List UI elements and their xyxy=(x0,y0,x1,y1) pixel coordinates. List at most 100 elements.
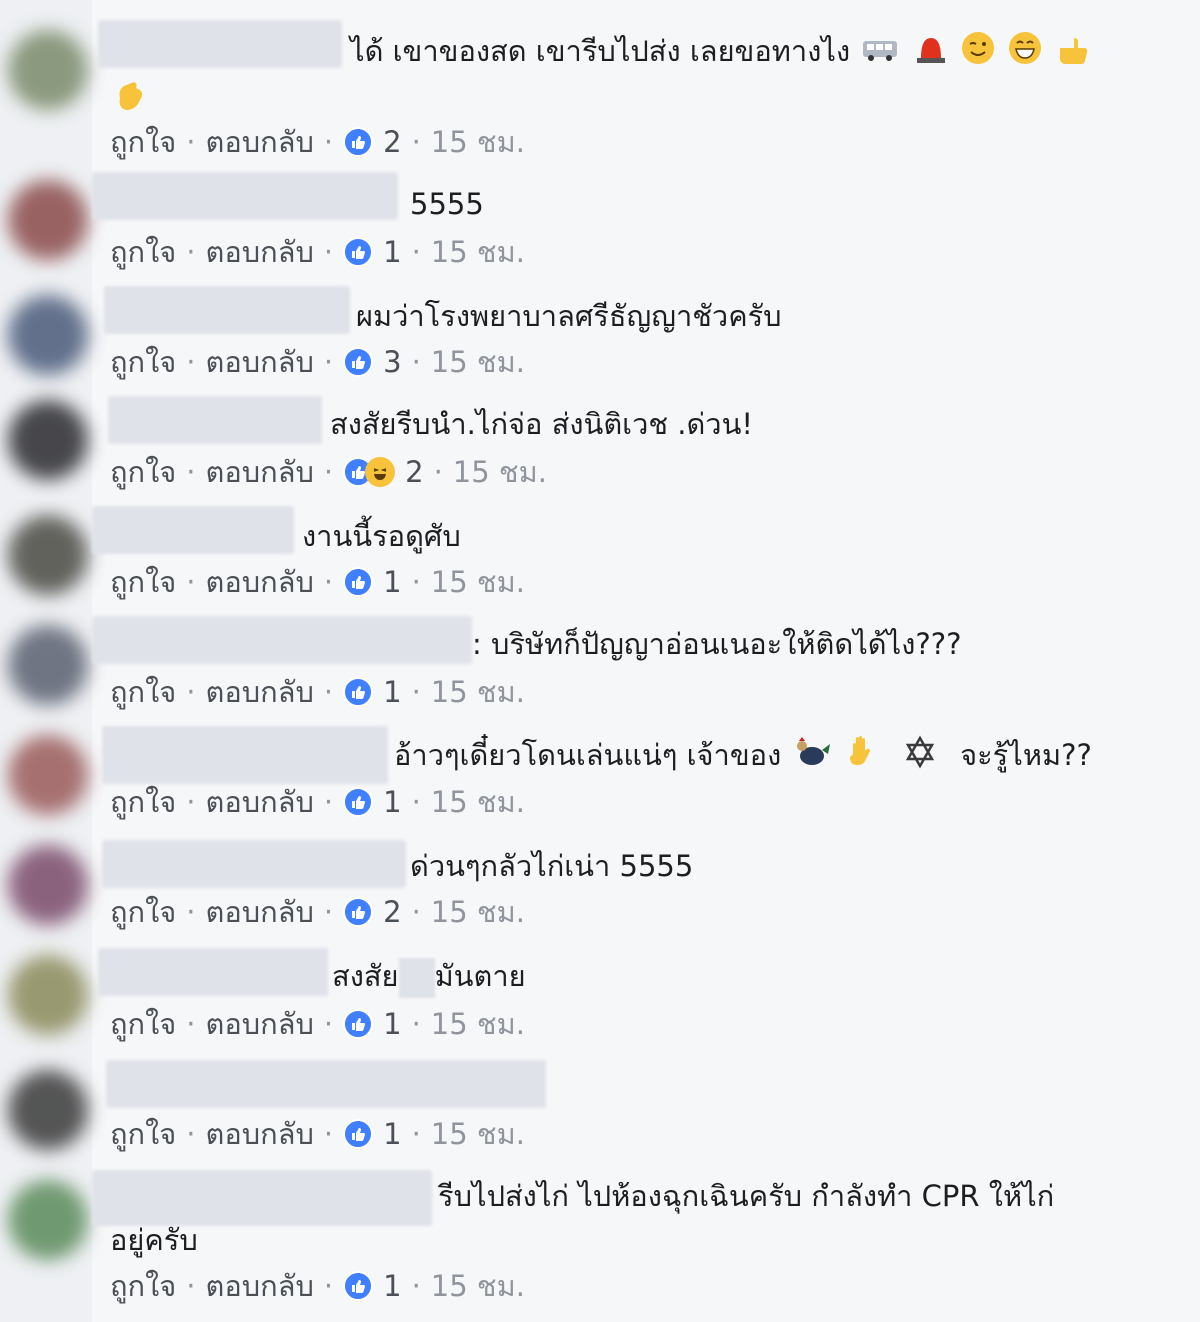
reaction-count[interactable]: 2 xyxy=(383,892,401,932)
reply-link[interactable]: ตอบกลับ xyxy=(206,122,314,162)
reply-link[interactable]: ตอบกลับ xyxy=(206,672,314,712)
commenter-name[interactable] xyxy=(102,726,388,784)
like-reaction-icon[interactable] xyxy=(343,897,374,927)
timestamp[interactable]: 15 ชม. xyxy=(431,1266,525,1306)
reaction-count[interactable]: 1 xyxy=(383,562,401,602)
timestamp[interactable]: 15 ชม. xyxy=(431,1004,525,1044)
reply-link[interactable]: ตอบกลับ xyxy=(206,1266,314,1306)
like-link[interactable]: ถูกใจ xyxy=(110,452,176,492)
reaction-count[interactable]: 1 xyxy=(383,672,401,712)
comment-actions: ถูกใจ · ตอบกลับ · 3 · 15 ชม. xyxy=(110,342,525,382)
commenter-name[interactable] xyxy=(92,1170,432,1226)
reaction-count[interactable]: 2 xyxy=(383,122,401,162)
reply-link[interactable]: ตอบกลับ xyxy=(206,232,314,272)
like-reaction-icon[interactable] xyxy=(343,1271,374,1301)
like-reaction-icon[interactable] xyxy=(343,1009,374,1039)
avatar[interactable] xyxy=(8,180,88,260)
separator: · xyxy=(411,565,421,599)
separator: · xyxy=(323,565,334,599)
commenter-name[interactable] xyxy=(92,506,294,554)
commenter-name[interactable] xyxy=(98,948,328,996)
reply-link[interactable]: ตอบกลับ xyxy=(206,1114,314,1154)
reaction-count[interactable]: 1 xyxy=(383,1114,401,1154)
like-reaction-icon[interactable] xyxy=(343,347,374,377)
reaction-count[interactable]: 1 xyxy=(383,1004,401,1044)
timestamp[interactable]: 15 ชม. xyxy=(431,232,525,272)
like-link[interactable]: ถูกใจ xyxy=(110,122,176,162)
timestamp[interactable]: 15 ชม. xyxy=(453,452,547,492)
commenter-name[interactable] xyxy=(98,20,342,68)
commenter-name[interactable] xyxy=(92,172,398,220)
reaction-count[interactable]: 1 xyxy=(383,782,401,822)
like-link[interactable]: ถูกใจ xyxy=(110,342,176,382)
timestamp[interactable]: 15 ชม. xyxy=(431,672,525,712)
clap-emoji xyxy=(112,78,150,126)
like-link[interactable]: ถูกใจ xyxy=(110,672,176,712)
reply-link[interactable]: ตอบกลับ xyxy=(206,892,314,932)
like-link[interactable]: ถูกใจ xyxy=(110,782,176,822)
timestamp[interactable]: 15 ชม. xyxy=(431,1114,525,1154)
commenter-name[interactable] xyxy=(106,1060,546,1108)
comment-body: : บริษัทก็ปัญญาอ่อนเนอะให้ติดได้ไง??? xyxy=(472,627,962,661)
reply-link[interactable]: ตอบกลับ xyxy=(206,342,314,382)
comment-body: สงสัยรีบนำ.ไก่จ่อ ส่งนิติเวช .ด่วน! xyxy=(330,407,754,441)
reply-link[interactable]: ตอบกลับ xyxy=(206,782,314,822)
like-link[interactable]: ถูกใจ xyxy=(110,232,176,272)
commenter-name[interactable] xyxy=(92,616,472,664)
siren-icon xyxy=(913,30,949,76)
avatar[interactable] xyxy=(8,955,88,1035)
like-reaction-icon[interactable] xyxy=(343,1119,374,1149)
separator: · xyxy=(411,345,421,379)
like-reaction-icon[interactable] xyxy=(343,567,374,597)
reaction-count[interactable]: 2 xyxy=(405,452,423,492)
redacted-text xyxy=(398,958,435,998)
avatar[interactable] xyxy=(8,30,88,110)
haha-reaction-icon[interactable] xyxy=(365,457,396,487)
separator: · xyxy=(323,455,334,489)
like-link[interactable]: ถูกใจ xyxy=(110,892,176,932)
avatar[interactable] xyxy=(8,735,88,815)
like-reaction-icon[interactable] xyxy=(343,237,374,267)
wink-emoji xyxy=(960,30,996,76)
avatar[interactable] xyxy=(8,625,88,705)
like-reaction-icon[interactable] xyxy=(343,127,374,157)
reaction-count[interactable]: 3 xyxy=(383,342,401,382)
reaction-count[interactable]: 1 xyxy=(383,1266,401,1306)
reply-link[interactable]: ตอบกลับ xyxy=(206,1004,314,1044)
timestamp[interactable]: 15 ชม. xyxy=(431,342,525,382)
separator: · xyxy=(186,895,196,929)
commenter-name[interactable] xyxy=(104,286,350,334)
separator: · xyxy=(411,1269,421,1303)
avatar[interactable] xyxy=(8,515,88,595)
bus-icon xyxy=(861,33,901,73)
comment-actions: ถูกใจ · ตอบกลับ · 1 · 15 ชม. xyxy=(110,232,525,272)
reaction-count[interactable]: 1 xyxy=(383,232,401,272)
comment-body-end: จะรู้ไหม?? xyxy=(960,738,1092,772)
avatar[interactable] xyxy=(8,845,88,925)
like-link[interactable]: ถูกใจ xyxy=(110,1114,176,1154)
separator: · xyxy=(186,675,196,709)
point-emoji xyxy=(1054,30,1090,76)
like-link[interactable]: ถูกใจ xyxy=(110,562,176,602)
timestamp[interactable]: 15 ชม. xyxy=(431,892,525,932)
commenter-name[interactable] xyxy=(102,840,406,888)
timestamp[interactable]: 15 ชม. xyxy=(431,782,525,822)
comment-text: สงสัย มันตาย xyxy=(332,956,526,998)
like-link[interactable]: ถูกใจ xyxy=(110,1266,176,1306)
like-link[interactable]: ถูกใจ xyxy=(110,1004,176,1044)
timestamp[interactable]: 15 ชม. xyxy=(431,122,525,162)
avatar[interactable] xyxy=(8,400,88,480)
comment-actions: ถูกใจ · ตอบกลับ · 1 · 15 ชม. xyxy=(110,782,525,822)
commenter-name[interactable] xyxy=(108,396,322,444)
comment-actions: ถูกใจ · ตอบกลับ · 1 · 15 ชม. xyxy=(110,1114,525,1154)
avatar[interactable] xyxy=(8,1180,88,1260)
timestamp[interactable]: 15 ชม. xyxy=(431,562,525,602)
separator: · xyxy=(186,1117,196,1151)
avatar[interactable] xyxy=(8,1070,88,1150)
separator: · xyxy=(186,1007,196,1041)
avatar[interactable] xyxy=(8,295,88,375)
like-reaction-icon[interactable] xyxy=(343,787,374,817)
reply-link[interactable]: ตอบกลับ xyxy=(206,452,314,492)
reply-link[interactable]: ตอบกลับ xyxy=(206,562,314,602)
like-reaction-icon[interactable] xyxy=(343,677,374,707)
